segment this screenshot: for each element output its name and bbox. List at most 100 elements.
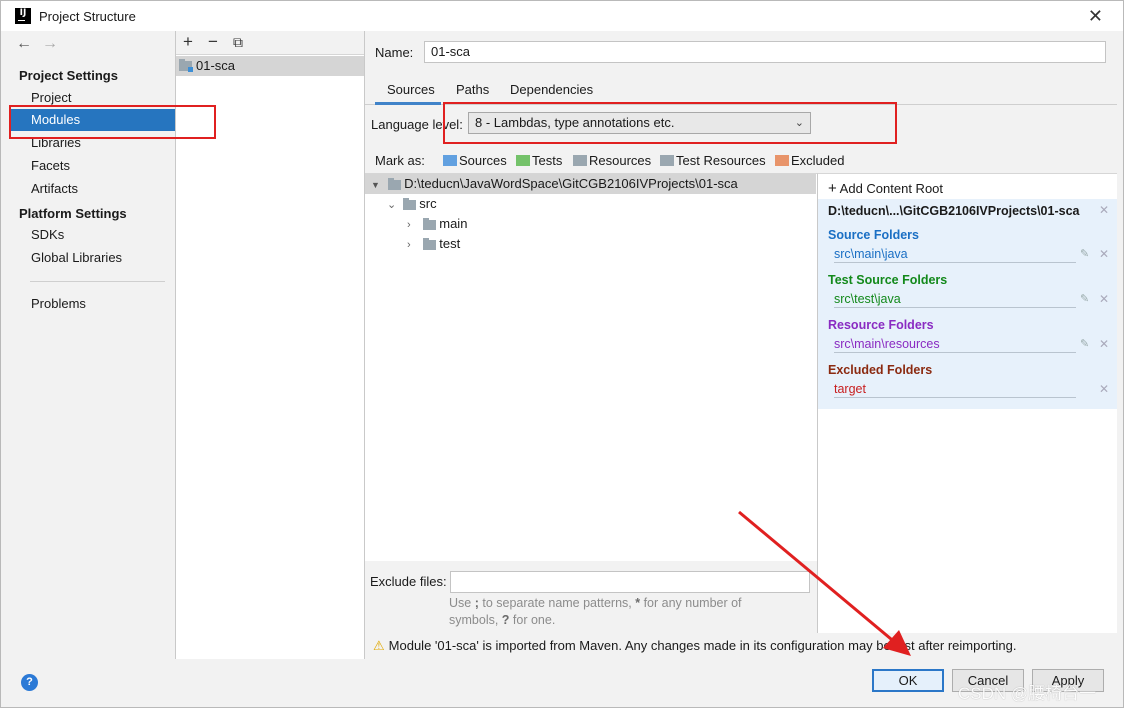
history-arrows: ← → — [16, 35, 68, 53]
language-level-label: Language level: — [371, 117, 463, 132]
settings-nav: ← → Project Settings Project Modules Libr… — [10, 31, 176, 659]
hint-text: Use — [449, 596, 475, 610]
tree-row-main[interactable]: › main — [407, 214, 467, 234]
hint-text: symbols, — [449, 613, 502, 627]
nav-item-project[interactable]: Project — [10, 87, 175, 109]
nav-item-sdks[interactable]: SDKs — [10, 224, 175, 246]
module-list-panel: + − ⧉ 01-sca — [176, 31, 365, 659]
name-label: Name: — [375, 45, 414, 60]
source-folders-header: Source Folders — [828, 228, 919, 242]
remove-folder-icon[interactable]: ✕ — [1099, 247, 1109, 261]
hint-text: for one. — [509, 613, 556, 627]
module-list-item-label: 01-sca — [196, 58, 236, 73]
nav-item-libraries[interactable]: Libraries — [10, 132, 175, 154]
module-folder-icon — [179, 59, 193, 72]
tree-label-test: test — [439, 236, 461, 251]
back-arrow-icon[interactable]: ← — [16, 35, 32, 52]
add-module-icon[interactable]: + — [183, 32, 193, 52]
platform-settings-header: Platform Settings — [19, 206, 127, 221]
edit-pencil-icon[interactable]: ✎ — [1080, 247, 1089, 260]
tab-dependencies[interactable]: Dependencies — [510, 81, 593, 105]
title-bar: IJ Project Structure ✕ — [1, 1, 1123, 31]
test-resources-folder-icon — [660, 155, 674, 166]
test-folders-header: Test Source Folders — [828, 273, 948, 287]
remove-module-icon[interactable]: − — [208, 32, 218, 52]
ok-button[interactable]: OK — [872, 669, 944, 692]
folder-icon — [387, 177, 401, 190]
mark-as-bar: Mark as: Sources Tests Resources Test Re… — [375, 151, 1115, 169]
mark-resources-label: Resources — [589, 153, 652, 168]
folder-icon — [422, 237, 436, 250]
remove-folder-icon[interactable]: ✕ — [1099, 382, 1109, 396]
mark-resources-button[interactable]: Resources — [573, 153, 651, 168]
tree-label-src: src — [419, 196, 437, 211]
annotation-arrow — [738, 510, 911, 656]
add-content-root-button[interactable]: + Add Content Root — [828, 180, 943, 197]
source-tree: ▼ D:\teducn\JavaWordSpace\GitCGB2106IVPr… — [365, 173, 817, 561]
project-settings-header: Project Settings — [19, 68, 118, 83]
tests-folder-icon — [516, 155, 530, 166]
nav-item-artifacts[interactable]: Artifacts — [10, 178, 175, 200]
project-structure-dialog: IJ Project Structure ✕ ← → Project Settin… — [0, 0, 1124, 708]
copy-module-icon[interactable]: ⧉ — [233, 34, 243, 51]
module-tabs: Sources Paths Dependencies — [365, 81, 1117, 105]
chevron-down-icon: ⌄ — [794, 117, 804, 129]
mark-test-resources-button[interactable]: Test Resources — [660, 153, 766, 168]
language-level-select[interactable]: 8 - Lambdas, type annotations etc. ⌄ — [468, 112, 811, 134]
nav-item-facets[interactable]: Facets — [10, 155, 175, 177]
help-button[interactable]: ? — [21, 674, 38, 691]
collapse-triangle-icon: ▼ — [371, 180, 380, 190]
content-root-card: D:\teducn\...\GitCGB2106IVProjects\01-sc… — [818, 199, 1117, 409]
resources-folder-icon — [573, 155, 587, 166]
nav-divider — [30, 281, 165, 282]
exclude-files-label: Exclude files: — [370, 574, 447, 589]
sources-folder-icon — [443, 155, 457, 166]
warning-icon: ⚠ — [373, 638, 385, 653]
tree-root-row[interactable]: ▼ D:\teducn\JavaWordSpace\GitCGB2106IVPr… — [365, 174, 816, 194]
edit-pencil-icon[interactable]: ✎ — [1080, 337, 1089, 350]
mark-as-label: Mark as: — [375, 153, 425, 168]
mark-excluded-label: Excluded — [791, 153, 845, 168]
nav-item-modules[interactable]: Modules — [10, 109, 175, 131]
excluded-folders-header: Excluded Folders — [828, 363, 933, 377]
add-content-root-label: Add Content Root — [839, 181, 944, 196]
folder-icon — [422, 217, 436, 230]
remove-folder-icon[interactable]: ✕ — [1099, 337, 1109, 351]
close-icon[interactable]: ✕ — [1088, 6, 1103, 27]
folder-icon — [402, 197, 416, 210]
module-list-toolbar: + − ⧉ — [176, 31, 364, 55]
tab-sources[interactable]: Sources — [375, 81, 441, 105]
chevron-down-icon: ⌄ — [387, 199, 397, 211]
edit-pencil-icon[interactable]: ✎ — [1080, 292, 1089, 305]
mark-sources-label: Sources — [459, 153, 507, 168]
mark-excluded-button[interactable]: Excluded — [775, 153, 844, 168]
mark-test-resources-label: Test Resources — [676, 153, 766, 168]
resource-folder-item: src\main\resources — [834, 337, 1076, 353]
tree-label-main: main — [439, 216, 468, 231]
resource-folders-header: Resource Folders — [828, 318, 934, 332]
excluded-folder-icon — [775, 155, 789, 166]
module-list-item[interactable]: 01-sca — [176, 56, 364, 76]
mark-sources-button[interactable]: Sources — [443, 153, 507, 168]
mark-tests-button[interactable]: Tests — [516, 153, 562, 168]
tree-root-path: D:\teducn\JavaWordSpace\GitCGB2106IVProj… — [404, 176, 738, 191]
plus-icon: + — [828, 180, 837, 197]
chevron-right-icon: › — [407, 219, 411, 231]
tree-row-src[interactable]: ⌄ src — [387, 194, 437, 214]
test-folder-item: src\test\java — [834, 292, 1076, 308]
warning-text: Module '01-sca' is imported from Maven. … — [388, 638, 1017, 653]
window-title: Project Structure — [39, 9, 136, 24]
nav-item-global-libraries[interactable]: Global Libraries — [10, 247, 175, 269]
intellij-app-icon: IJ — [15, 8, 31, 24]
excluded-folder-item: target — [834, 382, 1076, 398]
forward-arrow-icon[interactable]: → — [42, 35, 58, 52]
nav-item-problems[interactable]: Problems — [10, 293, 175, 315]
hint-text: to separate name patterns, — [478, 596, 636, 610]
tab-paths[interactable]: Paths — [456, 81, 489, 105]
remove-folder-icon[interactable]: ✕ — [1099, 292, 1109, 306]
module-name-input[interactable]: 01-sca — [424, 41, 1106, 63]
content-root-path: D:\teducn\...\GitCGB2106IVProjects\01-sc… — [828, 204, 1080, 218]
mark-tests-label: Tests — [532, 153, 563, 168]
tree-row-test[interactable]: › test — [407, 234, 460, 254]
remove-root-icon[interactable]: ✕ — [1099, 203, 1109, 217]
